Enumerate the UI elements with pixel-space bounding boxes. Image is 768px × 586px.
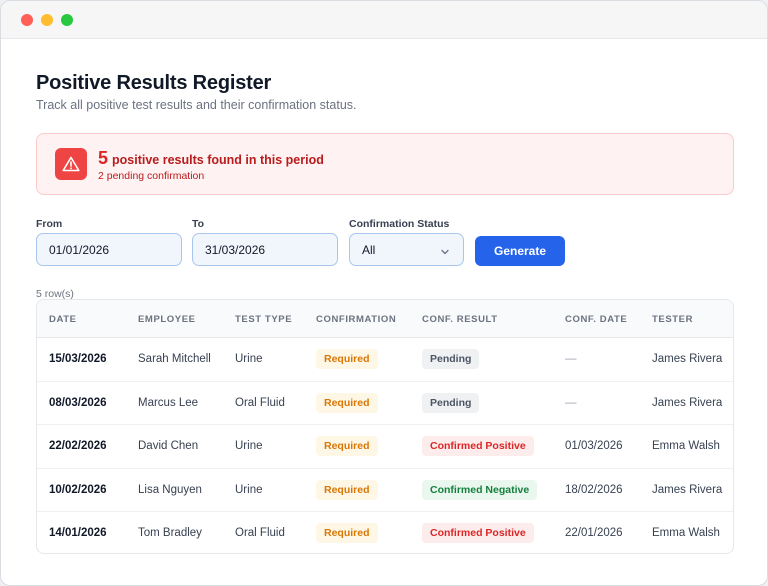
cell-tester: Emma Walsh — [652, 440, 720, 452]
cell-date: 14/01/2026 — [49, 527, 107, 539]
cell-test-type: Urine — [235, 483, 263, 496]
conf-result-badge: Confirmed Positive — [422, 436, 534, 456]
minimize-window-button[interactable] — [41, 14, 53, 26]
from-label: From — [36, 218, 63, 230]
cell-date: 10/02/2026 — [49, 483, 107, 496]
app-window: Positive Results Register Track all posi… — [0, 0, 768, 586]
column-header-conf-date[interactable]: Conf. Date — [565, 314, 627, 325]
confirmation-badge: Required — [316, 349, 378, 369]
alert-message: 5 positive results found in this period — [98, 148, 324, 169]
table-row[interactable]: 10/02/2026 Lisa Nguyen Urine Required Co… — [37, 469, 733, 512]
column-header-employee[interactable]: Employee — [138, 314, 196, 325]
table-row[interactable]: 14/01/2026 Tom Bradley Oral Fluid Requir… — [37, 512, 733, 553]
chevron-down-icon — [441, 244, 449, 258]
confirmation-badge: Required — [316, 392, 378, 413]
table-row[interactable]: 15/03/2026 Sarah Mitchell Urine Required… — [37, 338, 733, 382]
page-subtitle: Track all positive test results and thei… — [36, 98, 357, 112]
column-header-confirmation[interactable]: Confirmation — [316, 314, 396, 325]
cell-test-type: Urine — [235, 440, 263, 452]
column-header-conf-result[interactable]: Conf. Result — [422, 314, 498, 325]
title-bar — [1, 1, 767, 39]
cell-employee: Sarah Mitchell — [138, 353, 211, 365]
confirmation-badge: Required — [316, 523, 378, 543]
page-title: Positive Results Register — [36, 72, 272, 94]
cell-date: 08/03/2026 — [49, 396, 107, 409]
table-header: Date Employee Test Type Confirmation Con… — [37, 300, 733, 338]
table-row[interactable]: 22/02/2026 David Chen Urine Required Con… — [37, 425, 733, 469]
generate-button[interactable]: Generate — [475, 236, 565, 266]
results-table: Date Employee Test Type Confirmation Con… — [36, 299, 734, 554]
confirmation-badge: Required — [316, 436, 378, 456]
conf-result-badge: Pending — [422, 392, 480, 413]
conf-result-badge: Confirmed Positive — [422, 523, 534, 543]
maximize-window-button[interactable] — [61, 14, 73, 26]
cell-conf-date: 18/02/2026 — [565, 483, 623, 496]
table-row[interactable]: 08/03/2026 Marcus Lee Oral Fluid Require… — [37, 382, 733, 425]
cell-tester: James Rivera — [652, 396, 723, 409]
cell-conf-date: 01/03/2026 — [565, 440, 623, 452]
conf-result-badge: Confirmed Negative — [422, 479, 538, 500]
cell-date: 15/03/2026 — [49, 353, 107, 365]
confirmation-status-select[interactable]: All — [349, 233, 464, 266]
confirmation-status-value: All — [362, 242, 376, 257]
cell-tester: James Rivera — [652, 353, 723, 365]
cell-tester: James Rivera — [652, 483, 723, 496]
cell-conf-date: 22/01/2026 — [565, 527, 623, 539]
to-date-input[interactable]: 31/03/2026 — [192, 233, 338, 266]
confirmation-status-label: Confirmation Status — [349, 218, 450, 230]
cell-test-type: Oral Fluid — [235, 396, 285, 409]
positive-results-alert: 5 positive results found in this period 2… — [36, 133, 734, 195]
confirmation-badge: Required — [316, 479, 378, 500]
cell-date: 22/02/2026 — [49, 440, 107, 452]
cell-tester: Emma Walsh — [652, 527, 720, 539]
to-label: To — [192, 218, 205, 230]
alert-count: 5 — [98, 148, 109, 168]
warning-triangle-icon — [55, 148, 87, 180]
cell-test-type: Oral Fluid — [235, 527, 285, 539]
cell-employee: David Chen — [138, 440, 199, 452]
from-date-input[interactable]: 01/01/2026 — [36, 233, 182, 266]
cell-employee: Marcus Lee — [138, 396, 199, 409]
column-header-test-type[interactable]: Test Type — [235, 314, 292, 325]
column-header-date[interactable]: Date — [49, 314, 77, 325]
close-window-button[interactable] — [21, 14, 33, 26]
conf-result-badge: Pending — [422, 349, 480, 369]
alert-subtext: 2 pending confirmation — [98, 170, 205, 182]
alert-text: positive results found in this period — [112, 153, 324, 167]
column-header-tester[interactable]: Tester — [652, 314, 693, 325]
cell-conf-date: — — [565, 353, 577, 365]
cell-employee: Lisa Nguyen — [138, 483, 202, 496]
cell-test-type: Urine — [235, 353, 263, 365]
cell-conf-date: — — [565, 396, 577, 409]
cell-employee: Tom Bradley — [138, 527, 202, 539]
to-date-value: 31/03/2026 — [205, 242, 266, 257]
from-date-value: 01/01/2026 — [49, 242, 110, 257]
